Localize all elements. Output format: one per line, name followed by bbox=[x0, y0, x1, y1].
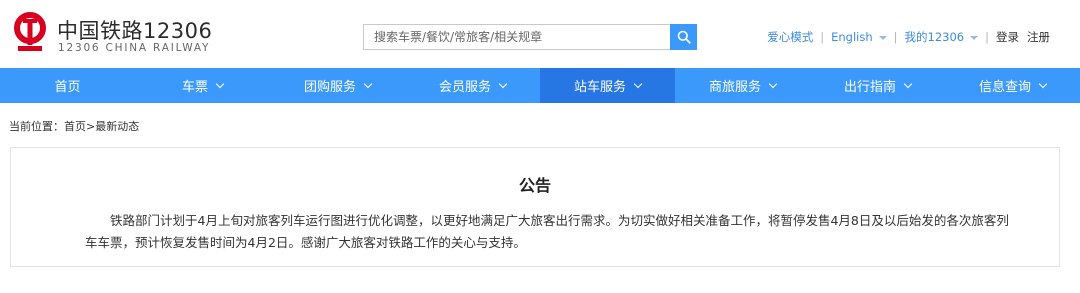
nav-item-business-travel[interactable]: 商旅服务 bbox=[675, 68, 810, 103]
chevron-down-icon bbox=[768, 79, 778, 88]
nav-label: 信息查询 bbox=[978, 80, 1031, 95]
chevron-down-icon bbox=[363, 79, 373, 88]
nav-item-station-service[interactable]: 站车服务 bbox=[540, 68, 675, 103]
brand-name-en: 12306 CHINA RAILWAY bbox=[58, 42, 211, 54]
site-header: 中国铁路12306 12306 CHINA RAILWAY 爱心模式 | Eng… bbox=[0, 0, 1080, 68]
nav-label: 团购服务 bbox=[303, 80, 356, 95]
chevron-down-icon bbox=[215, 79, 225, 88]
nav-item-tickets[interactable]: 车票 bbox=[135, 68, 270, 103]
breadcrumb-current: 最新动态 bbox=[95, 120, 140, 133]
nav-label: 首页 bbox=[54, 80, 81, 95]
divider: | bbox=[893, 30, 898, 44]
nav-label: 会员服务 bbox=[438, 80, 491, 95]
search-icon bbox=[677, 30, 691, 44]
my-account-menu[interactable]: 我的12306 bbox=[905, 29, 979, 45]
language-switch[interactable]: English bbox=[831, 30, 887, 44]
caret-down-icon bbox=[970, 35, 979, 40]
nav-item-home[interactable]: 首页 bbox=[0, 68, 135, 103]
nav-label: 商旅服务 bbox=[708, 80, 761, 95]
search-bar bbox=[363, 24, 697, 50]
language-label: English bbox=[831, 30, 873, 44]
notice-body: 铁路部门计划于4月上旬对旅客列车运行图进行优化调整，以更好地满足广大旅客出行需求… bbox=[85, 213, 1009, 250]
top-links: 爱心模式 | English | 我的12306 | 登录 注册 bbox=[767, 29, 1050, 45]
breadcrumb-home[interactable]: 首页 bbox=[64, 120, 86, 133]
nav-item-group-buying[interactable]: 团购服务 bbox=[270, 68, 405, 103]
notice-panel: 公告 铁路部门计划于4月上旬对旅客列车运行图进行优化调整，以更好地满足广大旅客出… bbox=[10, 147, 1060, 267]
main-nav: 首页 车票 团购服务 会员服务 站车服务 商旅服务 出行指南 信息查询 bbox=[0, 68, 1080, 103]
divider: | bbox=[820, 30, 825, 44]
nav-item-info-query[interactable]: 信息查询 bbox=[945, 68, 1080, 103]
nav-item-member[interactable]: 会员服务 bbox=[405, 68, 540, 103]
nav-item-travel-guide[interactable]: 出行指南 bbox=[810, 68, 945, 103]
my-account-label: 我的12306 bbox=[904, 30, 965, 44]
chevron-down-icon bbox=[1038, 79, 1048, 88]
nav-label: 出行指南 bbox=[843, 80, 896, 95]
login-link[interactable]: 登录 bbox=[996, 29, 1019, 45]
caret-down-icon bbox=[878, 35, 887, 40]
nav-label: 车票 bbox=[181, 80, 208, 95]
brand-name-cn[interactable]: 中国铁路12306 bbox=[57, 15, 212, 45]
register-link[interactable]: 注册 bbox=[1027, 29, 1050, 45]
search-input[interactable] bbox=[363, 24, 670, 50]
search-button[interactable] bbox=[670, 24, 697, 50]
chevron-down-icon bbox=[498, 79, 508, 88]
breadcrumb-prefix: 当前位置： bbox=[9, 120, 64, 133]
china-railway-logo-icon[interactable] bbox=[13, 12, 47, 52]
breadcrumb: 当前位置：首页>最新动态 bbox=[9, 118, 139, 134]
accessibility-mode-link[interactable]: 爱心模式 bbox=[767, 29, 813, 45]
notice-title: 公告 bbox=[518, 176, 551, 195]
chevron-down-icon bbox=[903, 79, 913, 88]
nav-label: 站车服务 bbox=[573, 80, 626, 95]
divider: | bbox=[985, 30, 989, 44]
chevron-down-icon bbox=[633, 79, 643, 88]
breadcrumb-separator: > bbox=[86, 120, 96, 133]
